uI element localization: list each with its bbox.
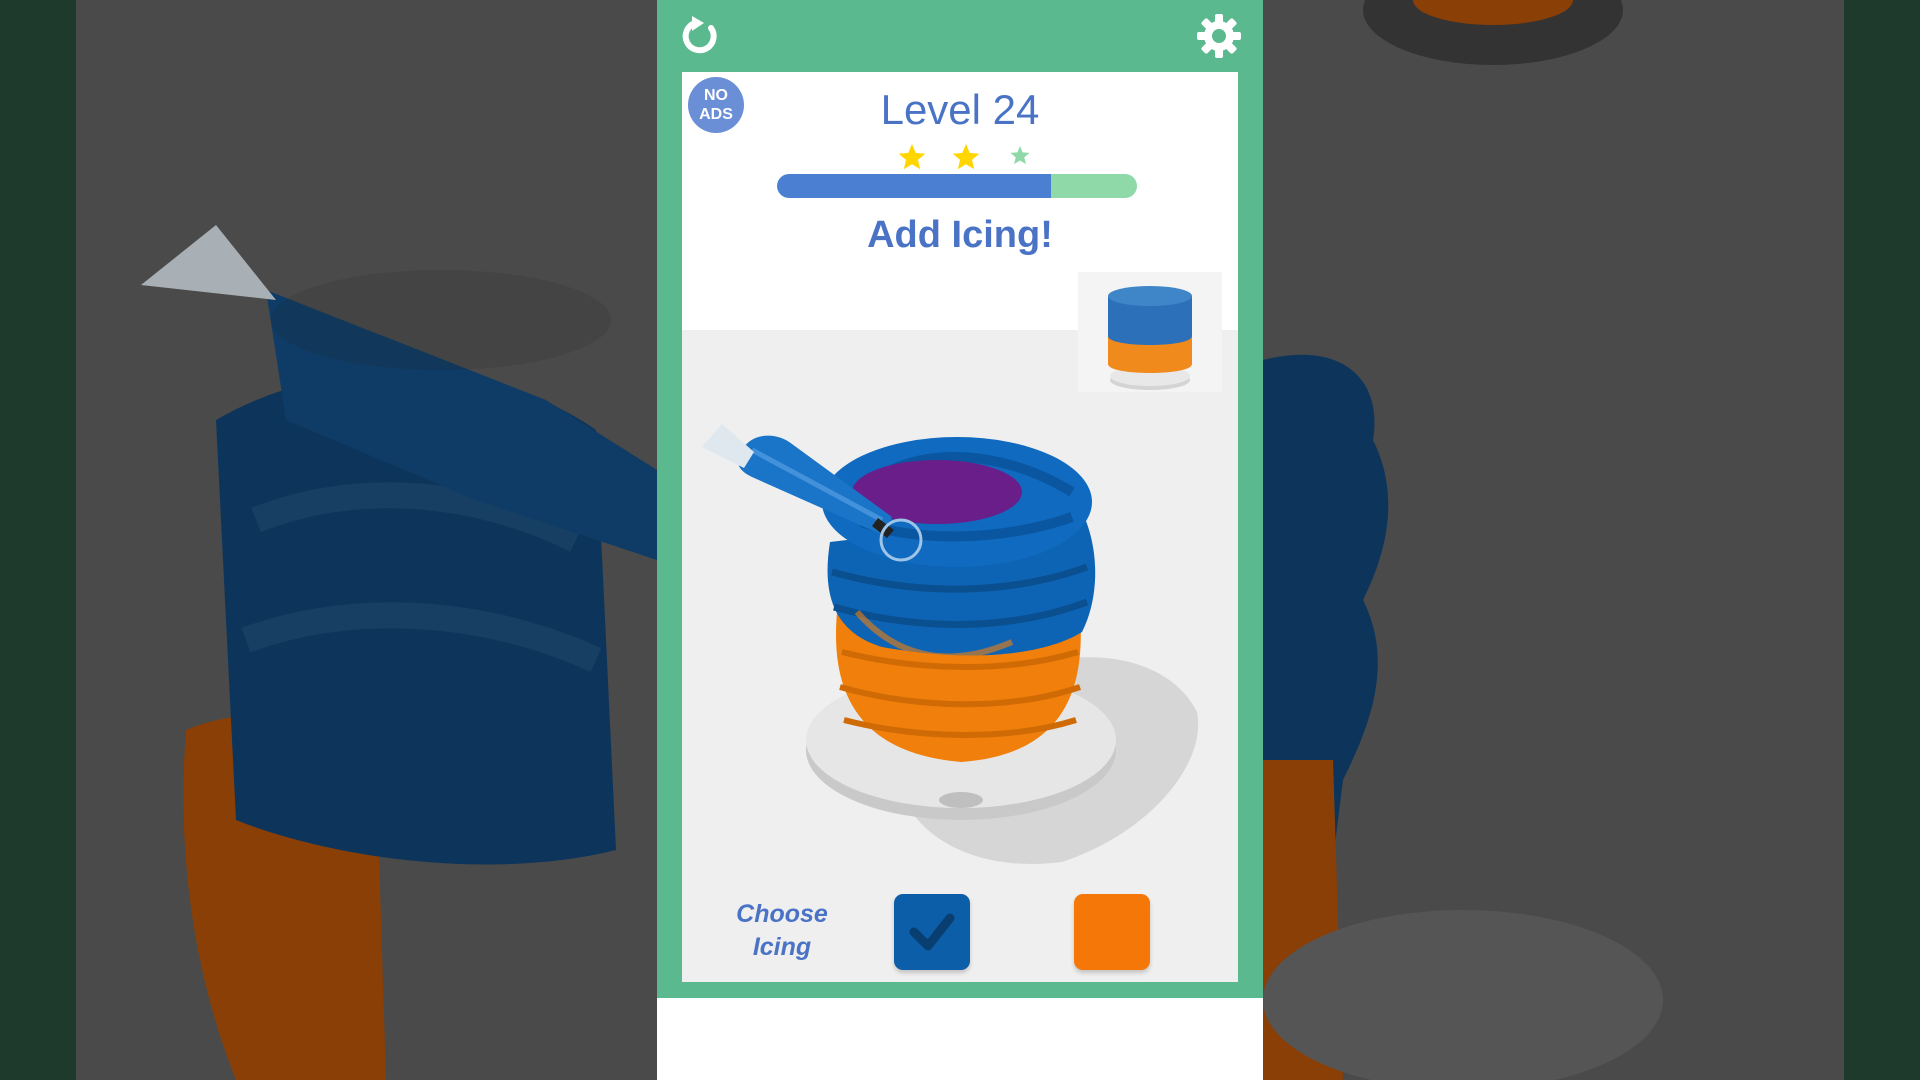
game-screen: NO ADS Level 24 Add Icing! Choose Icing [657,0,1263,1080]
choose-icing-label: Choose Icing [722,898,842,964]
blurred-background-right [1263,0,1844,1080]
game-frame: NO ADS Level 24 Add Icing! Choose Icing [657,72,1263,998]
blurred-background-left [76,0,657,1080]
right-edge-strip [1844,0,1920,1080]
left-edge-strip [0,0,76,1080]
blurred-cake-left [141,225,657,1080]
icing-option-orange[interactable] [1074,894,1150,970]
choose-icing-line2: Icing [752,933,812,961]
top-bar [657,0,1263,72]
gear-icon[interactable] [1195,12,1243,60]
restart-icon[interactable] [678,14,722,58]
blurred-cake-right [1263,0,1663,1080]
game-viewport[interactable]: NO ADS Level 24 Add Icing! Choose Icing [682,72,1238,982]
cake-scene [702,424,1199,864]
choose-icing-line1: Choose [736,900,828,928]
checkmark-icon [909,913,955,951]
icing-option-blue[interactable] [894,894,970,970]
